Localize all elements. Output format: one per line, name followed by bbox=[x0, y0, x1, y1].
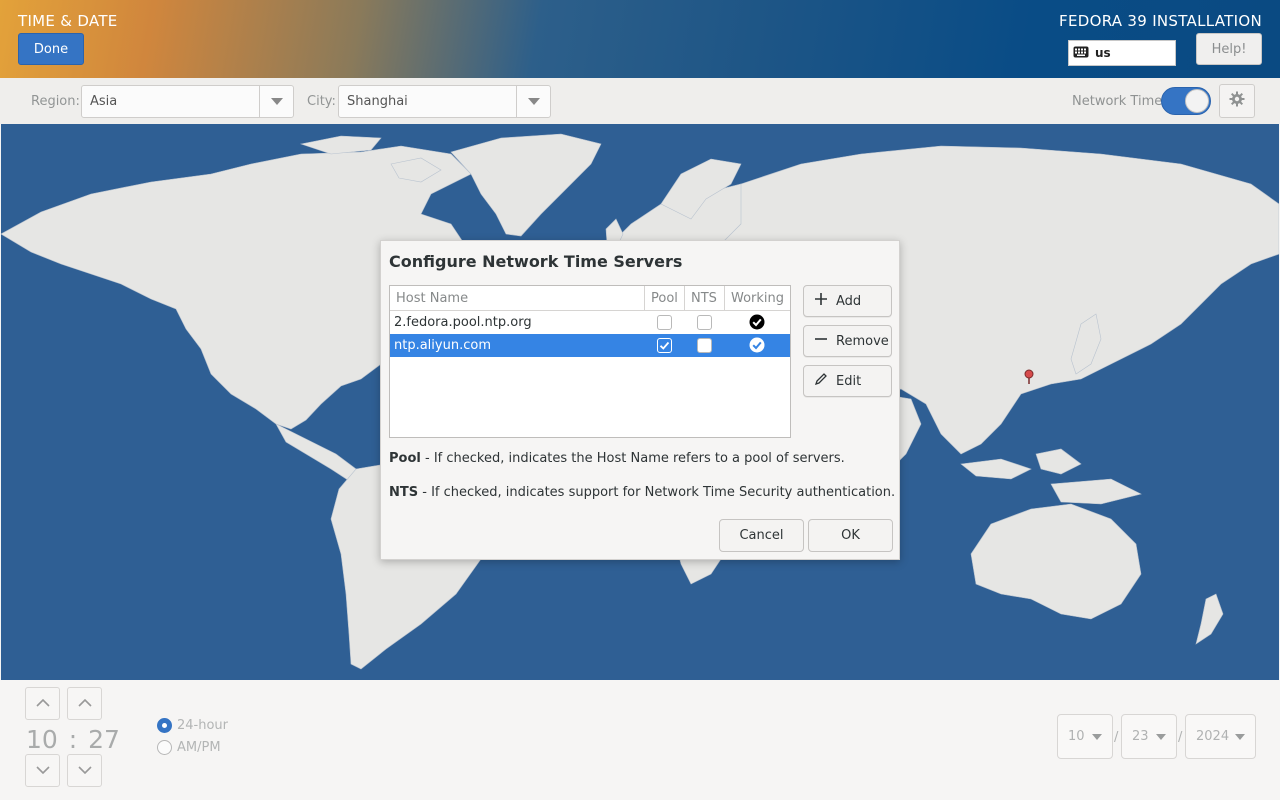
time-display: 10 : 27 bbox=[26, 725, 120, 754]
edit-label: Edit bbox=[836, 373, 862, 389]
day-combo[interactable]: 23 bbox=[1121, 714, 1177, 759]
format-ampm-radio[interactable] bbox=[157, 740, 172, 755]
server-host-name: ntp.aliyun.com bbox=[394, 338, 491, 353]
nts-checkbox[interactable] bbox=[697, 338, 712, 353]
time-date-panel: 10 : 27 24-hour AM/PM 10 / 23 / 2024 bbox=[0, 680, 1280, 800]
server-host-name: 2.fedora.pool.ntp.org bbox=[394, 315, 532, 330]
gear-icon bbox=[1229, 91, 1245, 111]
cancel-button[interactable]: Cancel bbox=[719, 519, 804, 552]
server-row-selected[interactable]: ntp.aliyun.com bbox=[390, 334, 790, 357]
minutes-value: 27 bbox=[88, 725, 120, 754]
region-combo[interactable]: Asia bbox=[81, 85, 294, 118]
time-separator: : bbox=[68, 725, 78, 754]
hours-up-button[interactable] bbox=[25, 687, 60, 720]
city-label: City: bbox=[307, 94, 336, 109]
ntp-servers-dialog: Configure Network Time Servers Host Name… bbox=[380, 240, 900, 560]
network-time-switch[interactable] bbox=[1161, 87, 1211, 115]
pencil-icon bbox=[814, 372, 836, 390]
product-title: FEDORA 39 INSTALLATION bbox=[1059, 12, 1262, 30]
month-value: 10 bbox=[1068, 729, 1085, 744]
network-time-label: Network Time bbox=[1072, 94, 1163, 109]
format-24-hour-option[interactable]: 24-hour bbox=[157, 718, 228, 733]
check-circle-icon bbox=[749, 314, 765, 330]
nts-checkbox[interactable] bbox=[697, 315, 712, 330]
region-value: Asia bbox=[90, 94, 118, 109]
pool-help-text: Pool - If checked, indicates the Host Na… bbox=[389, 451, 845, 466]
remove-server-button[interactable]: Remove bbox=[803, 325, 892, 357]
format-ampm-label: AM/PM bbox=[177, 740, 221, 755]
city-value: Shanghai bbox=[347, 94, 408, 109]
chevron-down-icon[interactable] bbox=[516, 86, 550, 117]
pool-checkbox[interactable] bbox=[657, 315, 672, 330]
date-separator: / bbox=[1114, 730, 1119, 745]
column-working[interactable]: Working bbox=[725, 286, 791, 311]
region-label: Region: bbox=[31, 94, 80, 109]
chevron-down-icon[interactable] bbox=[259, 86, 293, 117]
city-combo[interactable]: Shanghai bbox=[338, 85, 551, 118]
ok-button[interactable]: OK bbox=[808, 519, 893, 552]
header-bar: TIME & DATE Done FEDORA 39 INSTALLATION … bbox=[0, 0, 1280, 78]
checkmark-icon bbox=[659, 341, 670, 350]
keyboard-icon bbox=[1073, 46, 1095, 61]
server-row[interactable]: 2.fedora.pool.ntp.org bbox=[390, 311, 790, 334]
done-button[interactable]: Done bbox=[18, 33, 84, 65]
location-controls: Region: Asia City: Shanghai Network Time bbox=[0, 78, 1280, 124]
hours-value: 10 bbox=[26, 725, 58, 754]
server-list-header: Host Name Pool NTS Working bbox=[390, 286, 790, 311]
pool-checkbox[interactable] bbox=[657, 338, 672, 353]
chevron-up-icon bbox=[77, 696, 92, 711]
pool-description: - If checked, indicates the Host Name re… bbox=[420, 451, 845, 466]
nts-description: - If checked, indicates support for Netw… bbox=[418, 485, 896, 500]
check-circle-icon bbox=[749, 337, 765, 353]
chevron-down-icon bbox=[77, 763, 92, 778]
keyboard-layout-indicator[interactable]: us bbox=[1068, 40, 1176, 66]
column-host-name[interactable]: Host Name bbox=[390, 286, 645, 311]
chevron-down-icon bbox=[35, 763, 50, 778]
chevron-down-icon bbox=[1092, 734, 1102, 740]
year-value: 2024 bbox=[1196, 729, 1230, 744]
spoke-title: TIME & DATE bbox=[18, 12, 118, 30]
nts-help-text: NTS - If checked, indicates support for … bbox=[389, 485, 895, 500]
dialog-title: Configure Network Time Servers bbox=[389, 252, 683, 271]
add-label: Add bbox=[836, 293, 862, 309]
column-nts[interactable]: NTS bbox=[685, 286, 725, 311]
day-value: 23 bbox=[1132, 729, 1149, 744]
minutes-down-button[interactable] bbox=[67, 754, 102, 787]
switch-knob bbox=[1185, 89, 1209, 113]
help-button[interactable]: Help! bbox=[1196, 33, 1262, 65]
minus-icon bbox=[814, 332, 836, 350]
year-combo[interactable]: 2024 bbox=[1185, 714, 1256, 759]
edit-server-button[interactable]: Edit bbox=[803, 365, 892, 397]
ntp-settings-button[interactable] bbox=[1219, 84, 1255, 118]
add-server-button[interactable]: Add bbox=[803, 285, 892, 317]
keyboard-layout-label: us bbox=[1095, 46, 1111, 60]
date-separator: / bbox=[1178, 730, 1183, 745]
format-24-radio[interactable] bbox=[157, 718, 172, 733]
minutes-up-button[interactable] bbox=[67, 687, 102, 720]
remove-label: Remove bbox=[836, 333, 889, 349]
nts-term: NTS bbox=[389, 485, 419, 500]
chevron-up-icon bbox=[35, 696, 50, 711]
format-24-label: 24-hour bbox=[177, 718, 229, 733]
chevron-down-icon bbox=[1235, 734, 1245, 740]
format-ampm-option[interactable]: AM/PM bbox=[157, 740, 221, 755]
chevron-down-icon bbox=[1156, 734, 1166, 740]
hours-down-button[interactable] bbox=[25, 754, 60, 787]
month-combo[interactable]: 10 bbox=[1057, 714, 1113, 759]
column-pool[interactable]: Pool bbox=[645, 286, 685, 311]
plus-icon bbox=[814, 292, 836, 310]
ntp-server-list[interactable]: Host Name Pool NTS Working 2.fedora.pool… bbox=[389, 285, 791, 438]
pool-term: Pool bbox=[389, 451, 421, 466]
